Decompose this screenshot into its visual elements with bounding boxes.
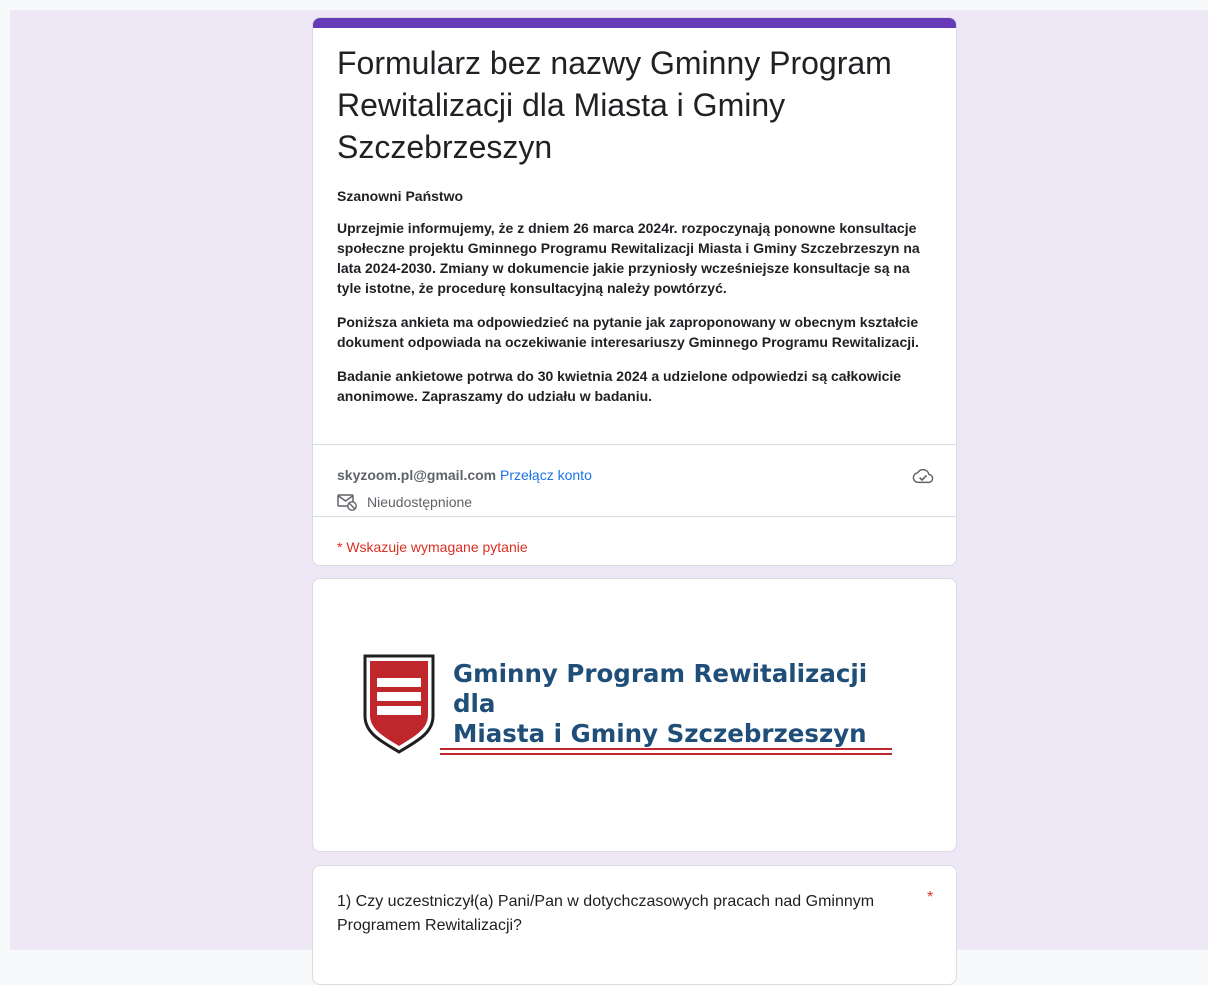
form-page-background: Formularz bez nazwy Gminny Program Rewit…	[10, 10, 1208, 985]
form-description: Szanowni Państwo Uprzejmie informujemy, …	[337, 186, 929, 420]
banner-title-line: Gminny Program Rewitalizacji dla	[453, 659, 868, 718]
switch-account-link[interactable]: Przełącz konto	[500, 467, 592, 483]
account-row: skyzoom.pl@gmail.com Przełącz konto	[337, 465, 592, 485]
cloud-check-icon[interactable]	[911, 464, 935, 488]
description-paragraph: Badanie ankietowe potrwa do 30 kwietnia …	[337, 368, 902, 404]
banner-image-card: Gminny Program Rewitalizacji dla Miasta …	[312, 578, 957, 852]
banner-title: Gminny Program Rewitalizacji dla Miasta …	[453, 659, 913, 749]
form-header-card: Formularz bez nazwy Gminny Program Rewit…	[312, 17, 957, 566]
question-title: 1) Czy uczestniczył(a) Pani/Pan w dotych…	[337, 893, 875, 934]
not-shared-label: Nieudostępnione	[367, 494, 473, 510]
coat-of-arms-icon	[363, 654, 435, 754]
banner-title-line: Miasta i Gminy Szczebrzeszyn	[453, 719, 867, 748]
description-paragraph: Uprzejmie informujemy, że z dniem 26 mar…	[337, 220, 920, 296]
question-card: 1) Czy uczestniczył(a) Pani/Pan w dotych…	[312, 865, 957, 985]
description-paragraph: Poniższa ankieta ma odpowiedzieć na pyta…	[337, 314, 919, 350]
account-email: skyzoom.pl@gmail.com	[337, 467, 497, 483]
required-question-note: * Wskazuje wymagane pytanie	[337, 539, 528, 555]
mail-off-icon	[337, 494, 357, 511]
description-greeting: Szanowni Państwo	[337, 188, 464, 204]
header-divider	[313, 444, 956, 445]
account-divider	[313, 516, 956, 517]
required-asterisk: *	[927, 889, 934, 906]
banner-underline	[440, 753, 892, 755]
not-shared-status: Nieudostępnione	[337, 492, 472, 512]
theme-accent-bar	[313, 18, 956, 28]
banner-underline	[440, 748, 892, 750]
form-title: Formularz bez nazwy Gminny Program Rewit…	[337, 45, 892, 165]
program-banner: Gminny Program Rewitalizacji dla Miasta …	[363, 654, 903, 764]
